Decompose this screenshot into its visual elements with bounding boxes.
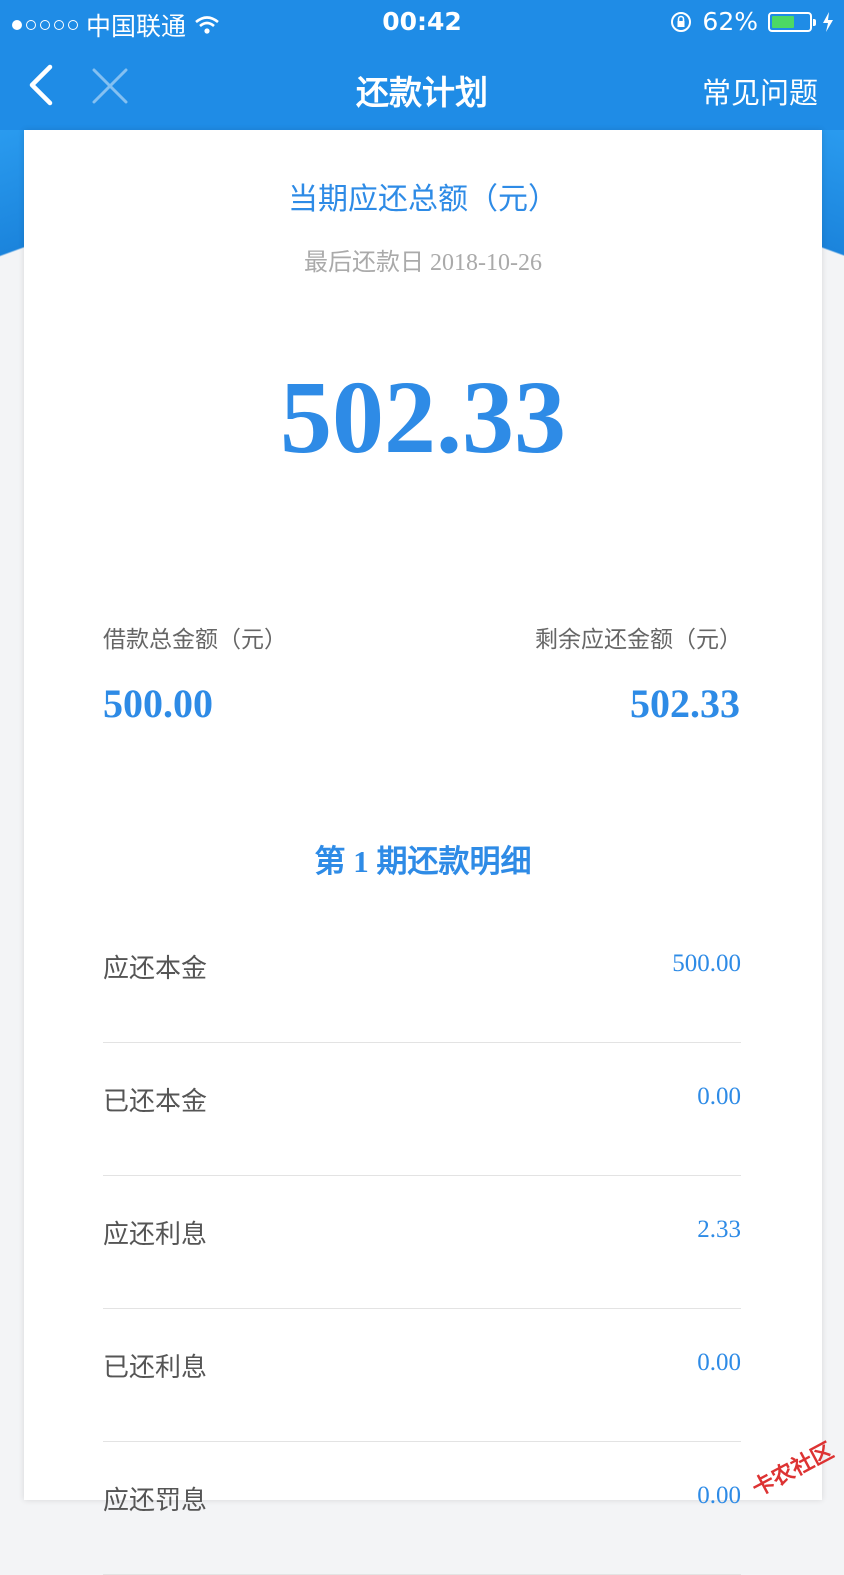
- remaining-value: 502.33: [630, 681, 740, 726]
- remaining-label: 剩余应还金额（元）: [535, 627, 742, 653]
- rotation-lock-icon: [671, 11, 692, 32]
- detail-row-penalty-due: 应还罚息 0.00: [103, 1442, 741, 1575]
- battery-level-fill: [772, 15, 795, 28]
- detail-value: 0.00: [697, 1083, 741, 1110]
- repayment-card: 当期应还总额（元） 最后还款日 2018-10-26 502.33 借款总金额（…: [24, 130, 822, 1575]
- detail-value: 2.33: [697, 1216, 741, 1243]
- loan-total-label: 借款总金额（元）: [103, 627, 287, 653]
- detail-value: 500.00: [672, 950, 741, 977]
- due-total-title: 当期应还总额（元）: [288, 182, 558, 217]
- detail-label: 应还本金: [103, 954, 208, 984]
- status-bar: 中国联通 00:42 62%: [0, 0, 844, 44]
- detail-value: 0.00: [697, 1349, 741, 1376]
- header-decoration-right: [822, 130, 844, 300]
- detail-row-interest-due: 应还利息 2.33: [103, 1176, 741, 1309]
- battery-percent: 62%: [702, 7, 758, 36]
- detail-row-interest-paid: 已还利息 0.00: [103, 1309, 741, 1442]
- charging-bolt-icon: [823, 11, 833, 32]
- detail-label: 已还利息: [103, 1353, 208, 1383]
- loan-total-value: 500.00: [103, 681, 213, 726]
- detail-value: 0.00: [697, 1482, 741, 1509]
- status-right: 62%: [670, 7, 834, 36]
- detail-row-principal-due: 应还本金 500.00: [103, 910, 741, 1043]
- detail-label: 应还罚息: [103, 1486, 208, 1516]
- detail-section-title: 第 1 期还款明细: [314, 844, 532, 879]
- navigation-bar: 还款计划 常见问题: [0, 44, 844, 130]
- detail-label: 已还本金: [103, 1087, 208, 1117]
- faq-link[interactable]: 常见问题: [702, 70, 818, 112]
- header-decoration-left: [0, 130, 24, 300]
- battery-icon: [768, 11, 816, 32]
- due-total-amount: 502.33: [280, 360, 566, 475]
- detail-list: 应还本金 500.00 已还本金 0.00 应还利息 2.33 已还利息 0.0…: [103, 910, 741, 1575]
- detail-label: 应还利息: [103, 1220, 208, 1250]
- detail-row-principal-paid: 已还本金 0.00: [103, 1043, 741, 1176]
- due-date: 最后还款日 2018-10-26: [304, 250, 542, 276]
